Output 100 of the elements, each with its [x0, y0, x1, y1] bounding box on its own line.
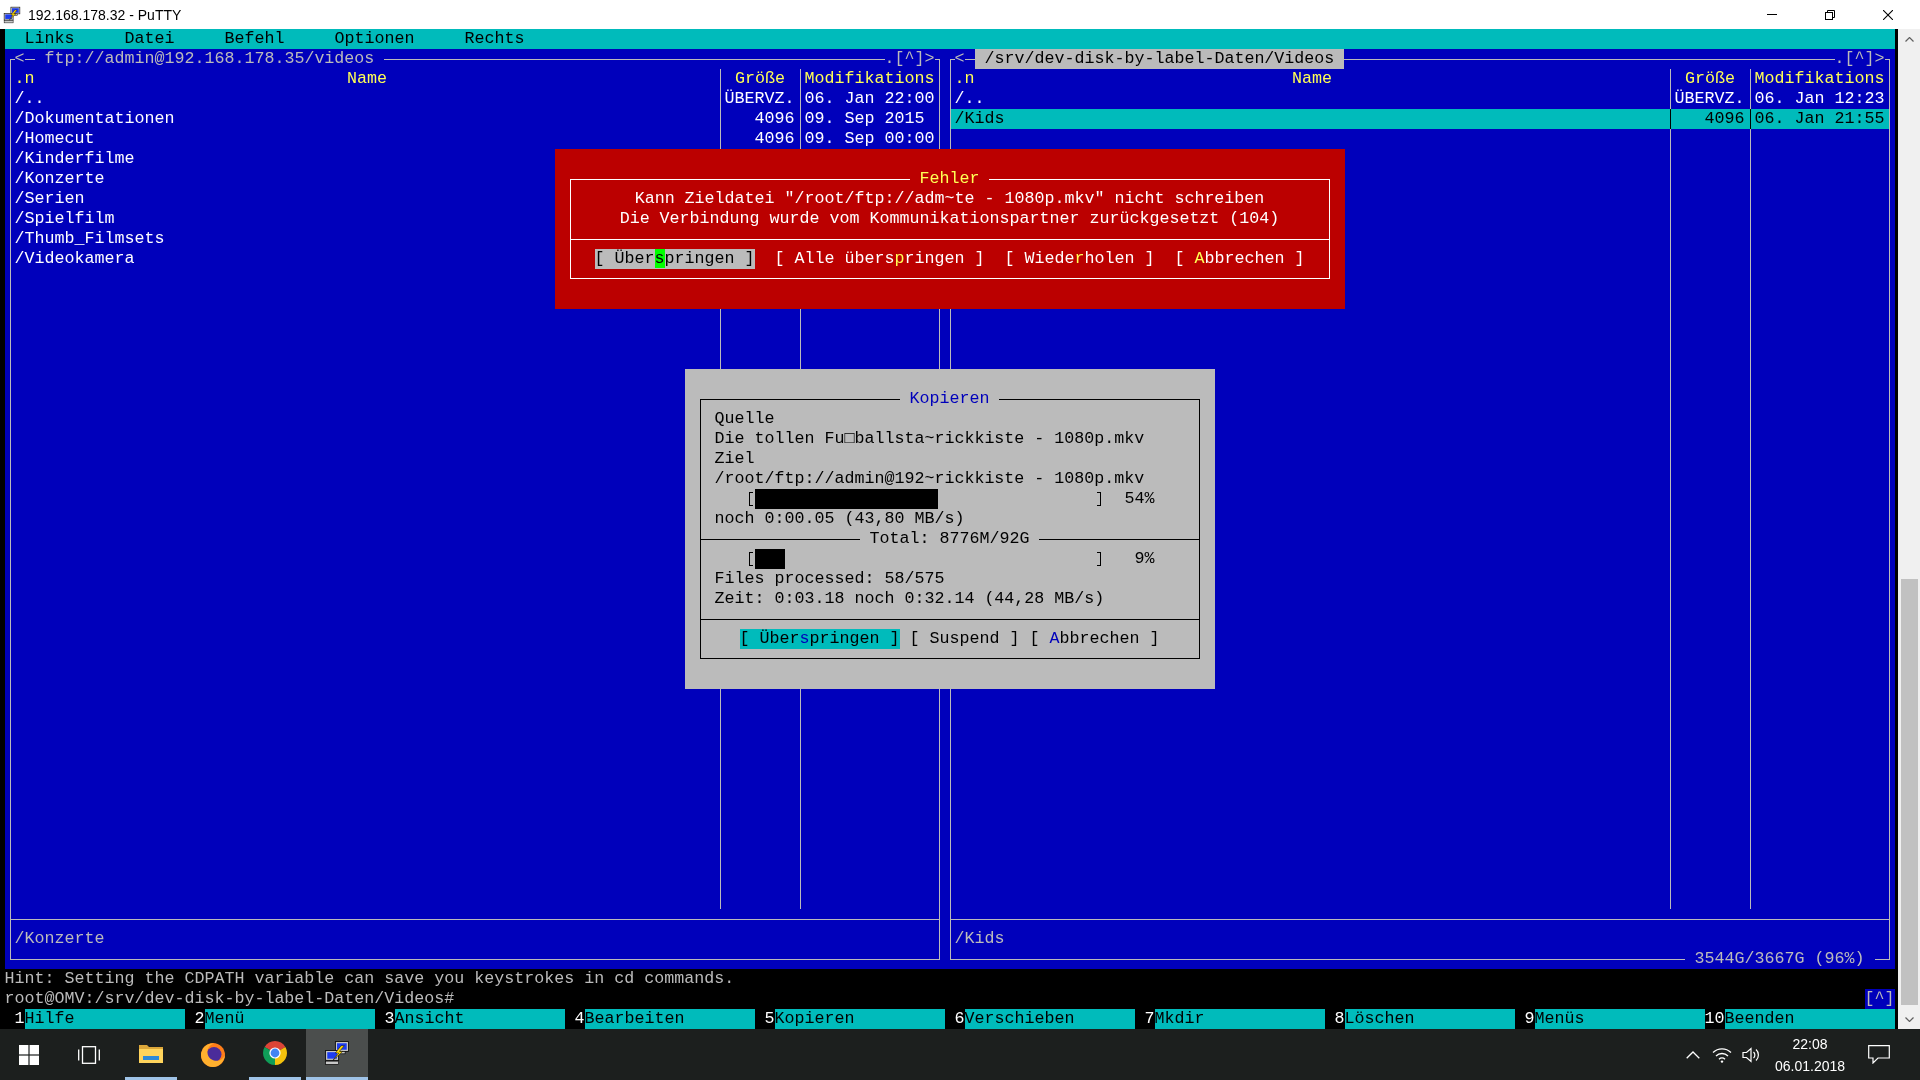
- file-name[interactable]: /Kids: [954, 109, 1005, 128]
- panel-path: ftp://admin@192.168.178.35/videos: [43, 49, 376, 69]
- file-size: 4096: [754, 129, 795, 148]
- key-number: 2: [193, 1009, 205, 1029]
- column-header[interactable]: Name: [347, 69, 387, 89]
- restore-icon: [1825, 9, 1835, 20]
- dialog-title: Fehler: [918, 169, 981, 189]
- window-title: 192.168.178.32 - PuTTY: [28, 6, 182, 23]
- function-key[interactable]: Menü: [204, 1009, 375, 1029]
- key-number: 5: [763, 1009, 775, 1029]
- function-key[interactable]: Kopieren: [774, 1009, 945, 1029]
- dialog-button[interactable]: [ Alle überspringen ]: [774, 249, 985, 269]
- hidden-files-toggle[interactable]: .: [884, 49, 895, 69]
- file-name[interactable]: /Videokamera: [14, 249, 135, 268]
- function-key[interactable]: Hilfe: [24, 1009, 185, 1029]
- function-key[interactable]: Mkdir: [1154, 1009, 1325, 1029]
- time-text: Zeit: 0:03.18 noch 0:32.14 (44,28 MB/s): [714, 589, 1105, 608]
- dialog-button[interactable]: [ Überspringen ]: [739, 629, 900, 649]
- close-icon: [1883, 9, 1893, 20]
- key-number: 8: [1333, 1009, 1345, 1029]
- history-button[interactable]: [^]: [894, 49, 925, 69]
- key-number: 4: [573, 1009, 585, 1029]
- dialog-button[interactable]: [ Suspend ]: [909, 629, 1020, 649]
- scrollbar-thumb[interactable]: [1900, 579, 1918, 1005]
- file-path: Die tollen Fu□ballsta~rickkiste - 1080p.mkv: [714, 429, 1145, 448]
- total-label: Total: 8776M/92G: [869, 529, 1030, 549]
- file-name[interactable]: /Kinderfilme: [14, 149, 135, 168]
- sort-indicator[interactable]: .n: [14, 69, 35, 89]
- monitors-lightning-icon: [3, 5, 21, 24]
- indicator-bar-icon: [306, 1077, 368, 1080]
- dialog-title: Kopieren: [908, 389, 991, 409]
- hidden-files-toggle[interactable]: .: [1834, 49, 1845, 69]
- field-label: Quelle: [714, 409, 775, 428]
- clock-button[interactable]: 22:08 06.01.2018: [1772, 1032, 1848, 1077]
- monitors-lightning-icon: [324, 1040, 350, 1066]
- history-button[interactable]: [^]: [1844, 49, 1875, 69]
- key-number: 3: [383, 1009, 395, 1029]
- dialog-button[interactable]: [ Abbrechen ]: [1029, 629, 1160, 649]
- file-size: ÜBERVZ.: [724, 89, 795, 108]
- function-key[interactable]: Löschen: [1344, 1009, 1515, 1029]
- file-date: 09. Sep 2015: [804, 109, 925, 128]
- chevron-up-icon: [1904, 36, 1914, 42]
- status-path: /Kids: [954, 929, 1005, 949]
- column-header[interactable]: Modifikations: [804, 69, 935, 88]
- progress-percent: 54%: [1124, 489, 1155, 509]
- key-number: 6: [953, 1009, 965, 1029]
- key-number: 9: [1523, 1009, 1535, 1029]
- speaker-icon[interactable]: [1742, 1046, 1760, 1063]
- history-forward-button[interactable]: >: [1874, 49, 1885, 69]
- file-name[interactable]: /Dokumentationen: [14, 109, 175, 128]
- file-size: 4096: [1704, 109, 1745, 128]
- folder-icon: [139, 1043, 163, 1063]
- progress-percent: 9%: [1134, 549, 1155, 569]
- file-name[interactable]: /..: [954, 89, 985, 108]
- menu-item[interactable]: Datei: [114, 29, 185, 49]
- file-name[interactable]: /Konzerte: [14, 169, 105, 188]
- taskbar-button[interactable]: [306, 1029, 368, 1080]
- hint-text: Hint: Setting the CDPATH variable can save you keystrokes in cd commands.: [4, 969, 735, 989]
- dialog-button[interactable]: [ Überspringen ]: [594, 249, 755, 269]
- column-header[interactable]: Größe: [735, 69, 785, 88]
- column-header[interactable]: Name: [1292, 69, 1332, 89]
- function-key[interactable]: Menüs: [1534, 1009, 1705, 1029]
- wifi-icon[interactable]: [1712, 1046, 1732, 1063]
- file-name[interactable]: /Serien: [14, 189, 85, 208]
- file-date: 06. Jan 21:55: [1754, 109, 1885, 128]
- file-name[interactable]: /Thumb_Filmsets: [14, 229, 165, 248]
- file-name[interactable]: /..: [14, 89, 45, 108]
- sort-indicator[interactable]: .n: [954, 69, 975, 89]
- function-key[interactable]: Ansicht: [394, 1009, 565, 1029]
- tricolor-wheel-icon: [262, 1040, 288, 1066]
- dialog-button[interactable]: [ Wiederholen ]: [1004, 249, 1155, 269]
- history-forward-button[interactable]: >: [924, 49, 935, 69]
- eta-text: noch 0:00.05 (43,80 MB/s): [714, 509, 965, 528]
- history-back-button[interactable]: <: [954, 49, 965, 69]
- field-label: Ziel: [714, 449, 755, 468]
- dialog-button[interactable]: [ Abbrechen ]: [1174, 249, 1305, 269]
- history-button[interactable]: [^]: [1864, 989, 1895, 1009]
- fox-globe-icon: [200, 1041, 226, 1068]
- function-key[interactable]: Beenden: [1724, 1009, 1895, 1029]
- file-name[interactable]: /Spielfilm: [14, 209, 115, 228]
- menu-item[interactable]: Optionen: [324, 29, 425, 49]
- key-number: 10: [1704, 1009, 1725, 1029]
- error-message: Die Verbindung wurde vom Kommunikationspartner zurückgesetzt (104): [619, 209, 1280, 228]
- chevron-up-icon[interactable]: [1686, 1050, 1700, 1059]
- menu-item[interactable]: Befehl: [214, 29, 295, 49]
- file-date: 09. Sep 00:00: [804, 129, 935, 148]
- panel-path: /srv/dev-disk-by-label-Daten/Videos: [974, 49, 1345, 69]
- speech-bubble-icon[interactable]: [1868, 1045, 1890, 1064]
- menu-item[interactable]: Rechts: [454, 29, 535, 49]
- task-view-icon: [78, 1045, 100, 1064]
- menu-item[interactable]: Links: [14, 29, 85, 49]
- column-header[interactable]: Modifikations: [1754, 69, 1885, 88]
- file-name[interactable]: /Homecut: [14, 129, 95, 148]
- shell-prompt: root@OMV:/srv/dev-disk-by-label-Daten/Videos#: [4, 989, 455, 1009]
- function-key[interactable]: Verschieben: [964, 1009, 1135, 1029]
- column-header[interactable]: Größe: [1685, 69, 1735, 88]
- function-key[interactable]: Bearbeiten: [584, 1009, 755, 1029]
- history-back-button[interactable]: <: [14, 49, 25, 69]
- indicator-bar-icon: [249, 1077, 301, 1080]
- files-count: Files processed: 58/575: [714, 569, 945, 588]
